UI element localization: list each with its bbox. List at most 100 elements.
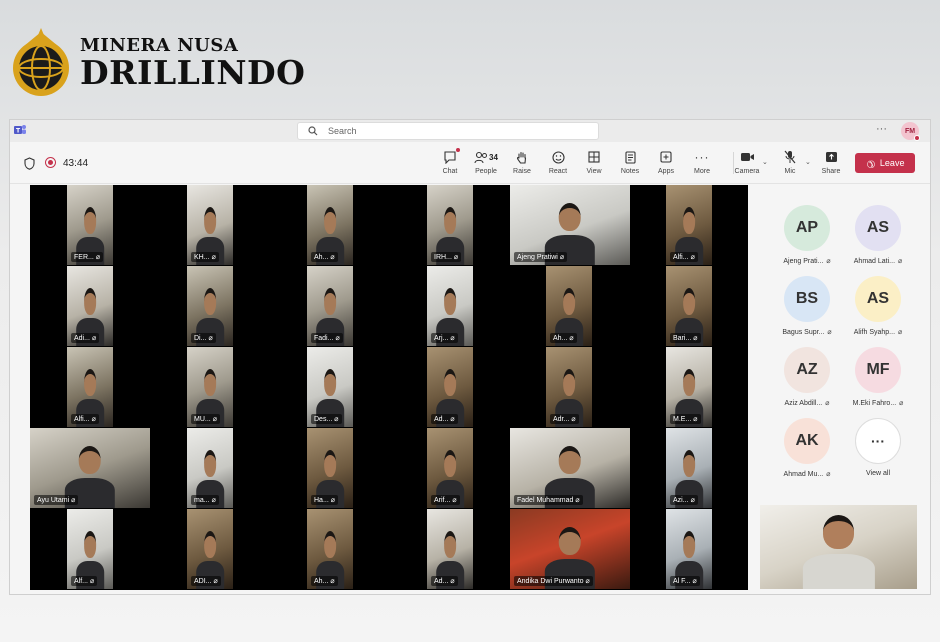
video-tile[interactable]: Fadi... ⌀ (307, 266, 353, 346)
participant-name: Azi... (673, 497, 689, 504)
search-icon (308, 126, 318, 136)
share-button[interactable]: Share (813, 148, 849, 180)
participant-name: Di... (194, 335, 207, 342)
participant-name: Ayu Utami (37, 497, 70, 504)
video-tile[interactable]: ma... ⌀ (187, 428, 233, 508)
video-tile[interactable]: Al F... ⌀ (666, 509, 712, 589)
mic-muted-icon: ⌀ (330, 497, 336, 504)
search-input[interactable]: Search (297, 122, 599, 140)
video-tile[interactable]: IRH... ⌀ (427, 185, 473, 265)
leave-button[interactable]: ✆ Leave (855, 153, 915, 173)
camera-icon (740, 153, 754, 161)
video-tile[interactable]: Fadel Muhammad ⌀ (510, 428, 630, 508)
participant-name-tag: MU... ⌀ (191, 414, 220, 424)
participant-item[interactable]: AS Alifh Syahp... ⌀ (847, 276, 909, 336)
raise-hand-button[interactable]: Raise (504, 148, 540, 180)
mic-chevron-down-icon[interactable]: ⌄ (805, 158, 811, 166)
participant-name: Al F... (673, 578, 691, 585)
video-tile[interactable]: Ha... ⌀ (307, 428, 353, 508)
participant-name-tag: ADI... ⌀ (191, 576, 221, 586)
react-button[interactable]: React (540, 148, 576, 180)
participant-name: Des... (314, 416, 333, 423)
people-icon (474, 151, 488, 163)
mic-button[interactable]: Mic (772, 148, 808, 180)
video-tile[interactable]: Adi... ⌀ (67, 266, 113, 346)
view-all-button[interactable]: ··· View all (847, 418, 909, 477)
video-tile[interactable]: Bari... ⌀ (666, 266, 712, 346)
mic-muted-icon: ⌀ (71, 497, 76, 504)
mic-muted-icon: ⌀ (559, 254, 565, 261)
video-tile[interactable]: Di... ⌀ (187, 266, 233, 346)
participant-name-tag: FER... ⌀ (71, 252, 104, 262)
participant-name: Ahmad Mu... (783, 471, 824, 478)
participant-item[interactable]: AS Ahmad Lati... ⌀ (847, 205, 909, 265)
self-view-video[interactable] (760, 505, 917, 589)
more-options-icon[interactable]: ··· (876, 123, 887, 135)
user-avatar[interactable]: FM (901, 122, 920, 141)
participant-label: M.Eki Fahro... ⌀ (847, 399, 909, 407)
apps-button[interactable]: Apps (648, 148, 684, 180)
video-tile[interactable]: Alfi... ⌀ (666, 185, 712, 265)
people-button[interactable]: 34 People (468, 148, 504, 180)
video-tile[interactable]: Azi... ⌀ (666, 428, 712, 508)
raise-hand-icon (516, 151, 527, 164)
participant-item[interactable]: MF M.Eki Fahro... ⌀ (847, 347, 909, 407)
participant-name-tag: Alf... ⌀ (71, 576, 98, 586)
participant-avatar: AS (855, 276, 901, 322)
raise-label: Raise (513, 168, 531, 175)
participant-label: Ahmad Lati... ⌀ (847, 257, 909, 265)
video-tile[interactable]: FER... ⌀ (67, 185, 113, 265)
mic-muted-icon: ⌀ (825, 400, 830, 407)
recording-icon (45, 157, 56, 168)
video-tile[interactable]: Alfi... ⌀ (67, 347, 113, 427)
participant-avatar: BS (784, 276, 830, 322)
mic-muted-icon: ⌀ (690, 497, 695, 504)
participant-name: Alifh Syahp... (853, 329, 896, 336)
globe-emblem-icon (13, 28, 69, 96)
participant-name: Ah... (314, 254, 329, 261)
meeting-toolbar: 43:44 Chat 34 People Raise React View No… (10, 142, 930, 184)
participant-item[interactable]: AZ Aziz Abdill... ⌀ (776, 347, 838, 407)
notes-button[interactable]: Notes (612, 148, 648, 180)
video-tile[interactable]: Alf... ⌀ (67, 509, 113, 589)
video-tile[interactable]: Ah... ⌀ (307, 509, 353, 589)
shield-icon[interactable] (24, 157, 35, 170)
teams-icon[interactable]: T (13, 123, 27, 137)
view-label: View (586, 168, 602, 175)
title-bar: T Search ··· FM (10, 120, 930, 142)
video-tile[interactable]: Ajeng Pratiwi ⌀ (510, 185, 630, 265)
participant-item[interactable]: BS Bagus Supr... ⌀ (776, 276, 838, 336)
more-button[interactable]: ··· More (684, 148, 720, 180)
mic-muted-icon: ⌀ (693, 335, 698, 342)
participant-name-tag: KH... ⌀ (191, 252, 219, 262)
chat-label: Chat (442, 168, 458, 175)
video-tile[interactable]: Andika Dwi Purwanto ⌀ (510, 509, 630, 589)
camera-button[interactable]: Camera (729, 148, 765, 180)
video-tile[interactable]: ADI... ⌀ (187, 509, 233, 589)
video-tile[interactable]: Arj... ⌀ (427, 266, 473, 346)
participant-name-tag: Des... ⌀ (311, 414, 342, 424)
participant-item[interactable]: AK Ahmad Mu... ⌀ (776, 418, 838, 478)
video-tile[interactable]: M.E... ⌀ (666, 347, 712, 427)
video-tile[interactable]: Ayu Utami ⌀ (30, 428, 150, 508)
mic-muted-icon: ⌀ (90, 578, 95, 585)
participant-name: IRH... (434, 254, 452, 261)
mic-muted-icon: ⌀ (585, 578, 590, 585)
camera-chevron-down-icon[interactable]: ⌄ (762, 158, 768, 166)
video-tile[interactable]: Arif... ⌀ (427, 428, 473, 508)
participant-name: Ah... (553, 335, 568, 342)
video-tile[interactable]: Ah... ⌀ (546, 266, 592, 346)
video-tile[interactable]: MU... ⌀ (187, 347, 233, 427)
participant-name-tag: Fadel Muhammad ⌀ (514, 495, 583, 505)
video-tile[interactable]: Ad... ⌀ (427, 347, 473, 427)
participant-item[interactable]: AP Ajeng Prati... ⌀ (776, 205, 838, 265)
participant-name-tag: Ad... ⌀ (431, 414, 458, 424)
participant-name-tag: Ayu Utami ⌀ (34, 495, 79, 505)
video-tile[interactable]: Ad... ⌀ (427, 509, 473, 589)
chat-button[interactable]: Chat (432, 148, 468, 180)
video-tile[interactable]: Adr... ⌀ (546, 347, 592, 427)
video-tile[interactable]: KH... ⌀ (187, 185, 233, 265)
video-tile[interactable]: Des... ⌀ (307, 347, 353, 427)
video-tile[interactable]: Ah... ⌀ (307, 185, 353, 265)
view-button[interactable]: View (576, 148, 612, 180)
